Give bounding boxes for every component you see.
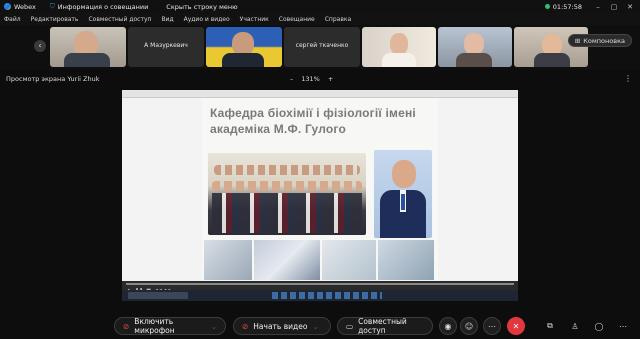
participant-name: сергей ткаченко (295, 42, 349, 49)
chat-button[interactable]: ◯ (590, 317, 608, 335)
more-icon: ⋯ (619, 321, 627, 331)
share-screen-icon: ▭ (346, 321, 354, 331)
layout-button[interactable]: ⊞ Компоновка (567, 34, 632, 47)
menu-file[interactable]: Файл (4, 16, 21, 23)
hide-menu-label: Скрыть строку меню (166, 2, 238, 11)
participant-tile-tkachenko[interactable]: сергей ткаченко (284, 27, 360, 67)
participant-video-1[interactable] (50, 27, 126, 67)
share-label: Совместный доступ (358, 317, 407, 335)
slide-title-line1: Кафедра біохімії і фізіології імені (210, 106, 416, 120)
participants-button[interactable]: ♙ (566, 317, 584, 335)
minimize-icon[interactable]: – (590, 3, 606, 11)
timer-text: 01:57:58 (552, 2, 582, 11)
menu-participant[interactable]: Участник (240, 16, 269, 23)
close-window-icon[interactable]: ✕ (622, 3, 638, 11)
chevron-down-icon[interactable]: ⌄ (312, 322, 318, 331)
start-video-button[interactable]: ⊘ Начать видео ⌄ (233, 317, 331, 335)
menu-help[interactable]: Справка (325, 16, 351, 23)
chat-icon: ◯ (594, 321, 604, 331)
zoom-controls: – 131% + (290, 75, 333, 83)
seek-bar[interactable] (126, 283, 514, 285)
shield-icon: ⛉ (49, 2, 55, 10)
zoom-level: 131% (301, 75, 320, 83)
meeting-timer: 01:57:58 (544, 2, 582, 11)
more-panels-button[interactable]: ⋯ (614, 317, 632, 335)
webex-logo-icon (4, 3, 11, 10)
meeting-info-label: Информация о совещании (57, 2, 149, 11)
app-title: Webex (4, 3, 36, 11)
menu-audio-video[interactable]: Аудио и видео (184, 16, 230, 23)
participant-video-5[interactable] (514, 27, 588, 67)
participant-strip: ‹ А Мазуркевич сергей ткаченко ⊞ Компоно… (0, 25, 640, 70)
participant-video-3[interactable] (362, 27, 436, 67)
zoom-out-icon[interactable]: – (290, 75, 293, 83)
unmute-mic-button[interactable]: ⊘ Включить микрофон ⌄ (114, 317, 226, 335)
meeting-info-button[interactable]: ⛉ Информация о совещании (50, 2, 148, 11)
more-options-icon[interactable]: ⋮ (624, 74, 632, 83)
menu-share[interactable]: Совместный доступ (88, 16, 151, 23)
share-view-label: Просмотр экрана Yurii Zhuk (6, 75, 100, 83)
group-photo (208, 153, 366, 235)
lab-photo-4 (378, 240, 434, 280)
participant-video-2[interactable] (206, 27, 282, 67)
mic-label: Включить микрофон (134, 317, 175, 335)
record-button[interactable]: ◉ (439, 317, 457, 335)
grid-icon: ⊞ (574, 36, 581, 45)
lab-photo-2 (254, 240, 320, 280)
more-button[interactable]: ⋯ (483, 317, 501, 335)
share-button[interactable]: ▭ Совместный доступ (337, 317, 433, 335)
menu-bar: Файл Редактировать Совместный доступ Вид… (0, 13, 640, 25)
lab-photo-3 (322, 240, 376, 280)
hide-menu-button[interactable]: Скрыть строку меню (166, 3, 237, 11)
timer-dot-icon (544, 4, 550, 9)
participant-video-4[interactable] (438, 27, 512, 67)
strip-prev-icon[interactable]: ‹ (34, 40, 46, 52)
chevron-down-icon[interactable]: ⌄ (211, 322, 217, 331)
shared-window-titlebar (122, 90, 518, 98)
video-label: Начать видео (253, 321, 308, 331)
apps-icon: ⧉ (547, 321, 553, 330)
more-icon: ⋯ (488, 321, 496, 331)
menu-edit[interactable]: Редактировать (31, 16, 79, 23)
menu-view[interactable]: Вид (161, 16, 173, 23)
share-view-bar: Просмотр экрана Yurii Zhuk – 131% + ⋮ (0, 72, 640, 86)
leave-meeting-button[interactable]: ✕ (507, 317, 525, 335)
window-controls: – ▢ ✕ (590, 3, 638, 11)
participant-name: А Мазуркевич (144, 42, 188, 49)
apps-button[interactable]: ⧉ (541, 317, 559, 335)
maximize-icon[interactable]: ▢ (606, 3, 622, 11)
smiley-icon: ☺ (464, 321, 474, 331)
menu-meeting[interactable]: Совещание (279, 16, 315, 23)
reactions-button[interactable]: ☺ (460, 317, 478, 335)
lab-photo-1 (204, 240, 252, 280)
portrait-photo (374, 150, 432, 238)
presentation-slide: Кафедра біохімії і фізіології імені акад… (202, 98, 438, 282)
layout-label: Компоновка (583, 36, 625, 45)
close-icon: ✕ (512, 321, 520, 331)
shared-screen: Кафедра біохімії і фізіології імені акад… (122, 90, 518, 301)
zoom-in-icon[interactable]: + (328, 75, 333, 83)
record-icon: ◉ (444, 321, 452, 331)
title-bar: Webex ⛉ Информация о совещании Скрыть ст… (0, 0, 640, 13)
app-name: Webex (14, 2, 36, 11)
slide-title-line2: академіка М.Ф. Гулого (210, 122, 346, 136)
mic-off-icon: ⊘ (123, 321, 130, 331)
shared-taskbar (122, 290, 518, 301)
video-off-icon: ⊘ (242, 321, 249, 331)
meeting-controls: ⊘ Включить микрофон ⌄ ⊘ Начать видео ⌄ ▭… (0, 312, 640, 339)
participants-icon: ♙ (571, 321, 579, 331)
participant-tile-mazurkevich[interactable]: А Мазуркевич (128, 27, 204, 67)
